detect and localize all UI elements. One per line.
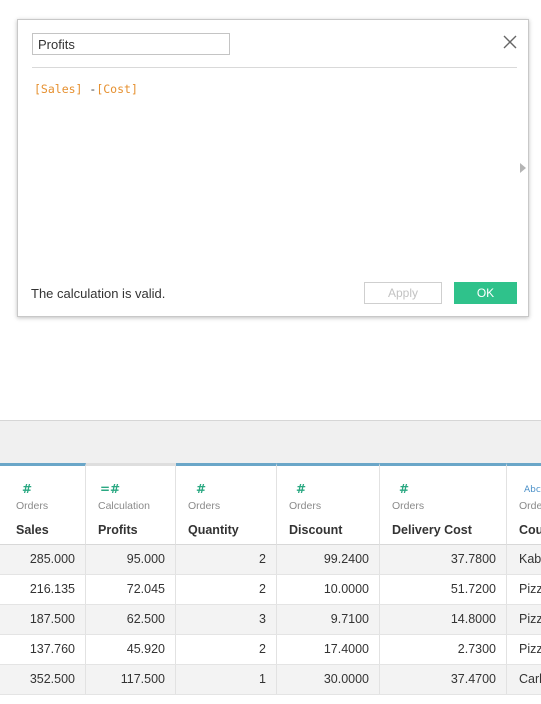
cell-sales: 285.000 [0, 545, 86, 574]
cell-profits: 117.500 [86, 665, 176, 694]
formula-editor[interactable]: [Sales] -[Cost] [34, 82, 138, 96]
cell-sales: 187.500 [0, 605, 86, 634]
formula-field-cost: [Cost] [96, 82, 138, 96]
cell-discount: 10.0000 [277, 575, 380, 604]
cell-delivery-cost: 2.7300 [380, 635, 507, 664]
cell-country: Pizz [507, 605, 541, 634]
column-name: Cou [519, 523, 541, 537]
cell-profits: 72.045 [86, 575, 176, 604]
cell-quantity: 3 [176, 605, 277, 634]
column-name: Delivery Cost [392, 523, 472, 537]
cell-country: Carl [507, 665, 541, 694]
cell-delivery-cost: 37.4700 [380, 665, 507, 694]
column-header-discount[interactable]: # Orders Discount [277, 463, 380, 545]
cell-country: Pizz [507, 575, 541, 604]
cell-country: Pizz [507, 635, 541, 664]
table-row: 285.000 95.000 2 99.2400 37.7800 Kab [0, 545, 541, 575]
number-type-icon: # [296, 482, 307, 496]
cell-quantity: 1 [176, 665, 277, 694]
cell-discount: 17.4000 [277, 635, 380, 664]
cell-delivery-cost: 37.7800 [380, 545, 507, 574]
calculated-number-icon: =# [100, 482, 121, 496]
table-row: 137.760 45.920 2 17.4000 2.7300 Pizz [0, 635, 541, 665]
column-source: Orders [188, 500, 221, 512]
calculation-name-input[interactable] [32, 33, 230, 55]
formula-field-sales: [Sales] [34, 82, 83, 96]
number-type-icon: # [399, 482, 410, 496]
column-source: Orde [519, 500, 541, 512]
table-row: 216.135 72.045 2 10.0000 51.7200 Pizz [0, 575, 541, 605]
column-header-profits[interactable]: =# Calculation Profits [86, 463, 176, 545]
cell-quantity: 2 [176, 575, 277, 604]
column-header-country[interactable]: Abc Orde Cou [507, 463, 541, 545]
column-name: Discount [289, 523, 343, 537]
column-name: Profits [98, 523, 138, 537]
cell-delivery-cost: 51.7200 [380, 575, 507, 604]
string-type-icon: Abc [524, 485, 541, 495]
column-source: Orders [289, 500, 322, 512]
cell-country: Kab [507, 545, 541, 574]
cell-profits: 62.500 [86, 605, 176, 634]
cell-sales: 137.760 [0, 635, 86, 664]
cell-discount: 30.0000 [277, 665, 380, 694]
divider [32, 67, 517, 68]
number-type-icon: # [22, 482, 33, 496]
cell-profits: 45.920 [86, 635, 176, 664]
column-header-sales[interactable]: # Orders Sales [0, 463, 86, 545]
column-name: Quantity [188, 523, 239, 537]
validation-status: The calculation is valid. [31, 286, 166, 301]
cell-discount: 99.2400 [277, 545, 380, 574]
table-row: 352.500 117.500 1 30.0000 37.4700 Carl [0, 665, 541, 695]
column-source: Calculation [98, 500, 150, 512]
ok-button[interactable]: OK [454, 282, 517, 304]
number-type-icon: # [196, 482, 207, 496]
cell-quantity: 2 [176, 545, 277, 574]
grid-toolbar [0, 420, 541, 464]
cell-delivery-cost: 14.8000 [380, 605, 507, 634]
close-icon[interactable] [502, 34, 518, 50]
cell-quantity: 2 [176, 635, 277, 664]
data-grid: # Orders Sales =# Calculation Profits # … [0, 463, 541, 704]
formula-operator: - [82, 82, 97, 96]
expand-arrow-icon[interactable] [520, 163, 526, 173]
cell-profits: 95.000 [86, 545, 176, 574]
column-source: Orders [392, 500, 425, 512]
column-name: Sales [16, 523, 49, 537]
apply-button[interactable]: Apply [364, 282, 442, 304]
column-header-delivery-cost[interactable]: # Orders Delivery Cost [380, 463, 507, 545]
column-source: Orders [16, 500, 49, 512]
cell-sales: 352.500 [0, 665, 86, 694]
cell-discount: 9.7100 [277, 605, 380, 634]
column-header-quantity[interactable]: # Orders Quantity [176, 463, 277, 545]
calculation-dialog: [Sales] -[Cost] The calculation is valid… [17, 19, 529, 317]
cell-sales: 216.135 [0, 575, 86, 604]
table-row: 187.500 62.500 3 9.7100 14.8000 Pizz [0, 605, 541, 635]
